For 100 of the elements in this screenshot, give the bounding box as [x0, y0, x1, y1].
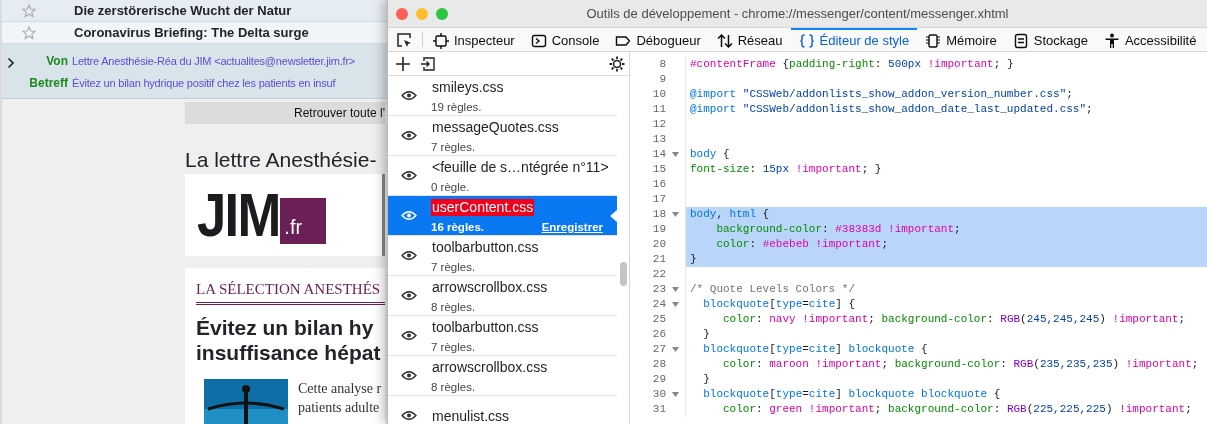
code-token: }	[690, 253, 697, 265]
fold-arrow-icon[interactable]	[672, 347, 679, 352]
code-token: [	[769, 298, 776, 310]
eye-icon[interactable]	[401, 290, 417, 301]
eye-icon[interactable]	[401, 90, 417, 101]
eye-icon[interactable]	[401, 170, 417, 181]
code-token: ;	[881, 358, 890, 370]
code-token: background-color	[894, 358, 1001, 370]
code-token: blockquote	[702, 388, 770, 400]
line-number: 10	[651, 87, 666, 102]
console-icon	[530, 32, 547, 49]
rule-count: 19 règles.	[431, 99, 482, 115]
import-icon[interactable]	[420, 55, 436, 72]
star-icon[interactable]	[22, 3, 36, 18]
code-token: :	[749, 238, 758, 250]
line-number: 28	[651, 357, 666, 372]
code-token: {	[761, 208, 770, 220]
code-token: 500px	[888, 58, 922, 70]
code-token: cite	[808, 343, 836, 355]
code-token: "CSSWeb/addonlists_show_addon_date_last_updated.css"	[741, 103, 1087, 115]
code-token: 235,235,235	[1039, 358, 1113, 370]
eye-icon[interactable]	[401, 130, 417, 141]
article-title[interactable]: Évitez un bilan hy	[196, 314, 385, 340]
code-token: ;	[874, 403, 883, 415]
code-token: background-color	[715, 223, 823, 235]
code-token: :	[1000, 358, 1008, 370]
sender-link[interactable]: Lettre Anesthésie-Réa du JIM <actualites@newsletter.jim.fr>	[72, 52, 356, 70]
window-title: Outils de développement - chrome://messenger/content/messenger.xhtml	[585, 4, 1010, 23]
fold-arrow-icon[interactable]	[672, 287, 679, 292]
article-title[interactable]: insuffisance hépat	[196, 339, 385, 365]
code-token: color	[715, 238, 750, 250]
code-token: background-color	[888, 403, 994, 415]
code-token: html	[729, 208, 756, 220]
code-token: maroon	[769, 358, 809, 370]
banner-link[interactable]: Retrouver toute l'	[185, 102, 385, 124]
code-token: type	[775, 343, 803, 355]
rule-count: 8 règles.	[431, 299, 476, 315]
star-icon[interactable]	[22, 25, 36, 40]
plus-icon[interactable]	[396, 56, 410, 71]
code-token: blockquote	[848, 388, 915, 400]
stylesheet-name: arrowscrollbox.css	[431, 358, 549, 376]
stylesheet-item[interactable]: messageQuotes.css 7 règles.	[388, 116, 617, 156]
stylesheet-item[interactable]: toolbarbutton.css 7 règles.	[388, 236, 617, 276]
devtools-tab[interactable]: Éditeur de style	[790, 28, 918, 51]
code-token: ; }	[861, 163, 882, 175]
fold-arrow-icon[interactable]	[672, 392, 679, 397]
stylesheet-name: arrowscrollbox.css	[431, 278, 549, 296]
fold-arrow-icon[interactable]	[672, 152, 679, 157]
save-link[interactable]: Enregistrer	[541, 218, 603, 237]
code-token: ]	[835, 388, 843, 400]
eye-icon[interactable]	[401, 330, 417, 341]
excerpt-text: Cette analyse r	[298, 379, 382, 398]
stylesheet-item[interactable]: arrowscrollbox.css 8 règles.	[388, 356, 617, 396]
settings-icon[interactable]	[609, 55, 625, 72]
code-token: @import	[690, 88, 737, 100]
eye-icon[interactable]	[401, 250, 417, 261]
line-number: 14	[651, 147, 666, 162]
code-token: ]	[835, 343, 843, 355]
fold-arrow-icon[interactable]	[672, 302, 679, 307]
code-token: body	[690, 148, 717, 160]
code-token: )	[1105, 403, 1114, 415]
subject-text: Évitez un bilan hydrique positif chez les patients en insuf	[72, 75, 336, 91]
scrollbar-thumb[interactable]	[620, 262, 627, 286]
stylesheet-item[interactable]: arrowscrollbox.css 8 règles.	[388, 276, 617, 316]
code-token: :	[987, 313, 995, 325]
line-number: 29	[651, 372, 666, 387]
devtools-tab[interactable]: Réseau	[708, 28, 791, 51]
code-token: ;	[868, 313, 876, 325]
stylesheet-item[interactable]: menulist.css	[388, 396, 617, 424]
code-token: navy	[769, 313, 796, 325]
stylesheet-item[interactable]: toolbarbutton.css 7 règles.	[388, 316, 617, 356]
code-token: {	[992, 388, 1001, 400]
devtools-tab[interactable]: Accessibilité	[1095, 28, 1205, 51]
line-number: 17	[651, 192, 666, 207]
stylesheet-name: <feuille de s…ntégrée n°11>	[431, 158, 610, 176]
line-number: 20	[651, 237, 666, 252]
eye-icon[interactable]	[401, 410, 417, 421]
devtools-tab[interactable]: Stockage	[1004, 28, 1096, 51]
devtools-tab[interactable]: Mémoire	[917, 28, 1005, 51]
code-token: :	[822, 223, 830, 235]
stylesheet-name: userContent.css	[431, 198, 535, 216]
code-token: (	[1026, 403, 1034, 415]
stylesheet-item[interactable]: userContent.css 16 règles. Enregistrer	[388, 196, 617, 236]
code-token: 245,245,245	[1026, 313, 1100, 325]
chevron-icon[interactable]	[7, 57, 15, 69]
code-token: }	[702, 373, 710, 385]
message-row[interactable]: Coronavirus Briefing: The Delta surge	[2, 22, 387, 44]
code-token: padding-right	[789, 58, 875, 70]
eye-icon[interactable]	[401, 370, 417, 381]
stylesheet-item[interactable]: smileys.css 19 règles.	[388, 76, 617, 116]
code-token: background-color	[881, 313, 988, 325]
stylesheet-name: messageQuotes.css	[431, 118, 560, 136]
element-picker-icon[interactable]	[396, 32, 412, 48]
code-token: !important	[807, 403, 875, 415]
message-row[interactable]: Die zerstörerische Wucht der Natur	[2, 0, 387, 22]
devtools-tab[interactable]: Inspecteur	[425, 28, 523, 51]
devtools-tab[interactable]: Débogueur	[607, 28, 709, 51]
fold-arrow-icon[interactable]	[672, 212, 679, 217]
person-icon	[1103, 32, 1120, 49]
devtools-tab[interactable]: Console	[522, 28, 608, 51]
